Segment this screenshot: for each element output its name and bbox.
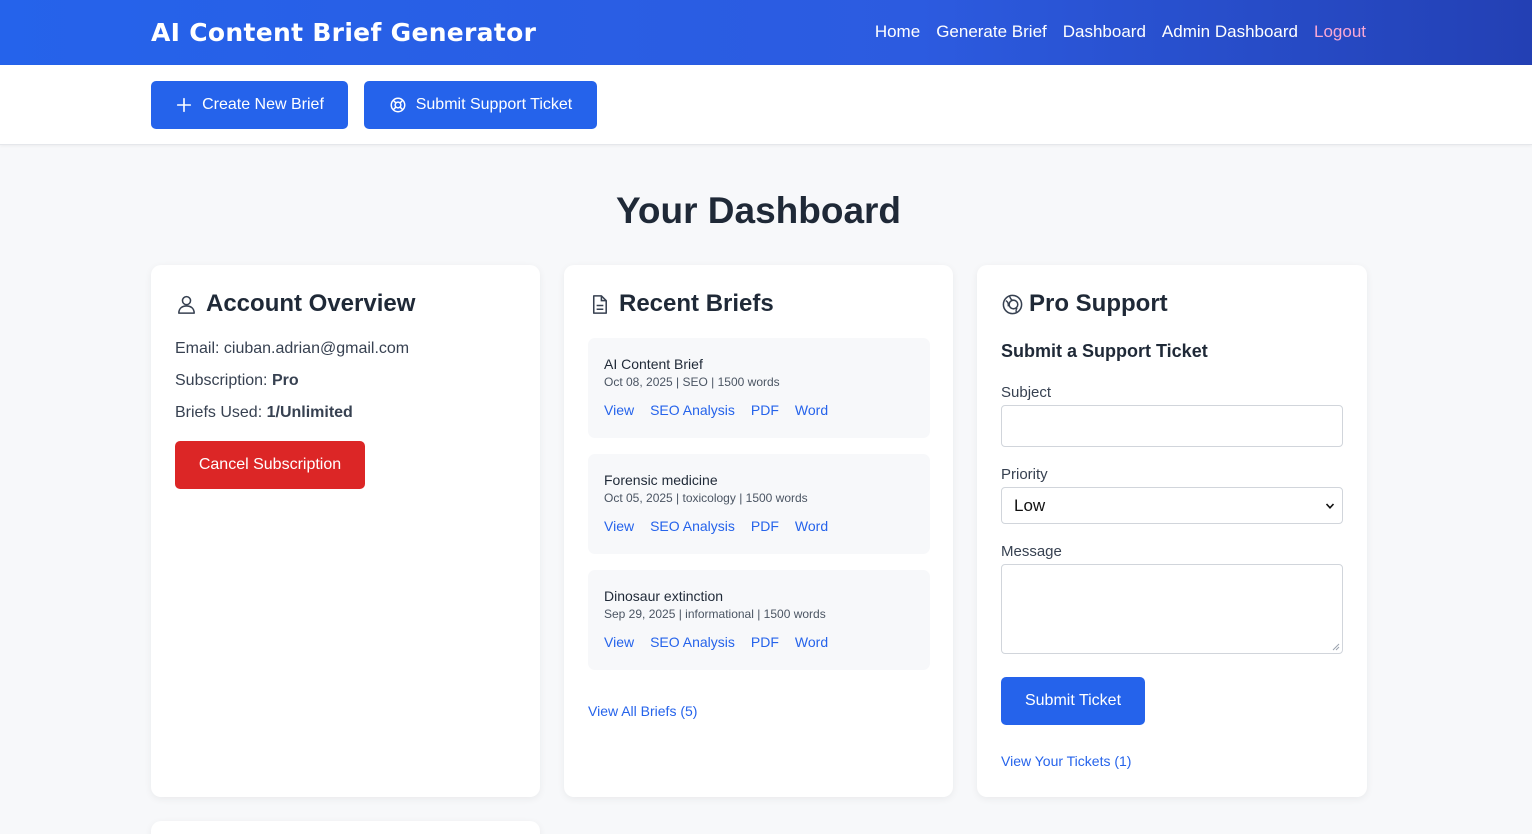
- brief-pdf-link[interactable]: PDF: [751, 634, 779, 650]
- nav-admin-dashboard[interactable]: Admin Dashboard: [1162, 22, 1298, 42]
- brief-links: View SEO Analysis PDF Word: [604, 518, 828, 534]
- plus-icon: [176, 97, 192, 113]
- submit-ticket-button[interactable]: Submit Ticket: [1001, 677, 1145, 725]
- brief-meta: Sep 29, 2025 | informational | 1500 word…: [604, 607, 826, 621]
- pro-support-title: Pro Support: [1001, 290, 1168, 318]
- priority-label: Priority: [1001, 466, 1048, 483]
- main-nav: Home Generate Brief Dashboard Admin Dash…: [875, 22, 1366, 42]
- resize-handle-icon[interactable]: [1332, 643, 1340, 651]
- brief-seo-analysis-link[interactable]: SEO Analysis: [650, 634, 735, 650]
- recent-briefs-heading: Recent Briefs: [619, 290, 774, 317]
- message-textarea[interactable]: [1001, 564, 1343, 654]
- subject-label: Subject: [1001, 384, 1052, 401]
- app-brand[interactable]: AI Content Brief Generator: [151, 18, 536, 47]
- account-overview-heading: Account Overview: [206, 290, 416, 317]
- submit-support-ticket-button[interactable]: Submit Support Ticket: [364, 81, 597, 129]
- brief-view-link[interactable]: View: [604, 402, 634, 418]
- account-email-line: Email: ciuban.adrian@gmail.com: [175, 340, 409, 358]
- lifebuoy-icon: [390, 97, 406, 113]
- brief-links: View SEO Analysis PDF Word: [604, 402, 828, 418]
- user-icon: [178, 295, 195, 314]
- email-label: Email:: [175, 340, 220, 357]
- brief-word-link[interactable]: Word: [795, 518, 828, 534]
- account-briefs-used-line: Briefs Used: 1/Unlimited: [175, 404, 353, 422]
- chevron-down-icon: [1325, 503, 1335, 509]
- brief-links: View SEO Analysis PDF Word: [604, 634, 828, 650]
- priority-selected-value: Low: [1014, 495, 1046, 515]
- brief-word-link[interactable]: Word: [795, 634, 828, 650]
- nav-home[interactable]: Home: [875, 22, 920, 42]
- email-value: ciuban.adrian@gmail.com: [223, 340, 410, 357]
- brief-title: Dinosaur extinction: [604, 588, 724, 604]
- brief-item: Forensic medicine Oct 05, 2025 | toxicol…: [588, 454, 930, 554]
- message-label: Message: [1001, 543, 1062, 560]
- subject-input[interactable]: [1001, 405, 1343, 447]
- subscription-label: Subscription:: [175, 372, 268, 389]
- create-new-brief-label: Create New Brief: [202, 96, 324, 113]
- document-icon: [592, 294, 607, 314]
- brief-word-link[interactable]: Word: [795, 402, 828, 418]
- view-your-tickets-link[interactable]: View Your Tickets (1): [1001, 753, 1131, 769]
- recent-briefs-title: Recent Briefs: [588, 290, 774, 318]
- cancel-subscription-button[interactable]: Cancel Subscription: [175, 441, 365, 489]
- brief-seo-analysis-link[interactable]: SEO Analysis: [650, 518, 735, 534]
- support-form-heading: Submit a Support Ticket: [1001, 341, 1208, 361]
- subscription-value: Pro: [271, 372, 299, 389]
- briefs-used-value: 1/Unlimited: [266, 404, 353, 421]
- brief-view-link[interactable]: View: [604, 634, 634, 650]
- brief-item: AI Content Brief Oct 08, 2025 | SEO | 15…: [588, 338, 930, 438]
- brief-pdf-link[interactable]: PDF: [751, 402, 779, 418]
- support-globe-icon: [1002, 294, 1023, 314]
- pro-support-heading: Pro Support: [1029, 290, 1168, 317]
- nav-dashboard[interactable]: Dashboard: [1063, 22, 1146, 42]
- view-all-briefs-link[interactable]: View All Briefs (5): [588, 703, 697, 719]
- briefs-used-label: Briefs Used:: [175, 404, 263, 421]
- top-navbar: AI Content Brief Generator Home Generate…: [0, 0, 1532, 65]
- brief-meta: Oct 08, 2025 | SEO | 1500 words: [604, 375, 780, 389]
- submit-support-ticket-label: Submit Support Ticket: [415, 96, 573, 113]
- nav-generate-brief[interactable]: Generate Brief: [936, 22, 1047, 42]
- brief-seo-analysis-link[interactable]: SEO Analysis: [650, 402, 735, 418]
- nav-logout[interactable]: Logout: [1314, 22, 1366, 42]
- create-new-brief-button[interactable]: Create New Brief: [151, 81, 348, 129]
- brief-title: AI Content Brief: [604, 356, 703, 372]
- priority-select[interactable]: Low: [1001, 487, 1343, 524]
- account-overview-title: Account Overview: [175, 290, 415, 318]
- account-subscription-line: Subscription: Pro: [175, 372, 299, 390]
- brief-view-link[interactable]: View: [604, 518, 634, 534]
- next-card-partial: [151, 821, 540, 834]
- brief-title: Forensic medicine: [604, 472, 718, 488]
- brief-item: Dinosaur extinction Sep 29, 2025 | infor…: [588, 570, 930, 670]
- page-title: Your Dashboard: [615, 190, 902, 231]
- brief-meta: Oct 05, 2025 | toxicology | 1500 words: [604, 491, 808, 505]
- brief-pdf-link[interactable]: PDF: [751, 518, 779, 534]
